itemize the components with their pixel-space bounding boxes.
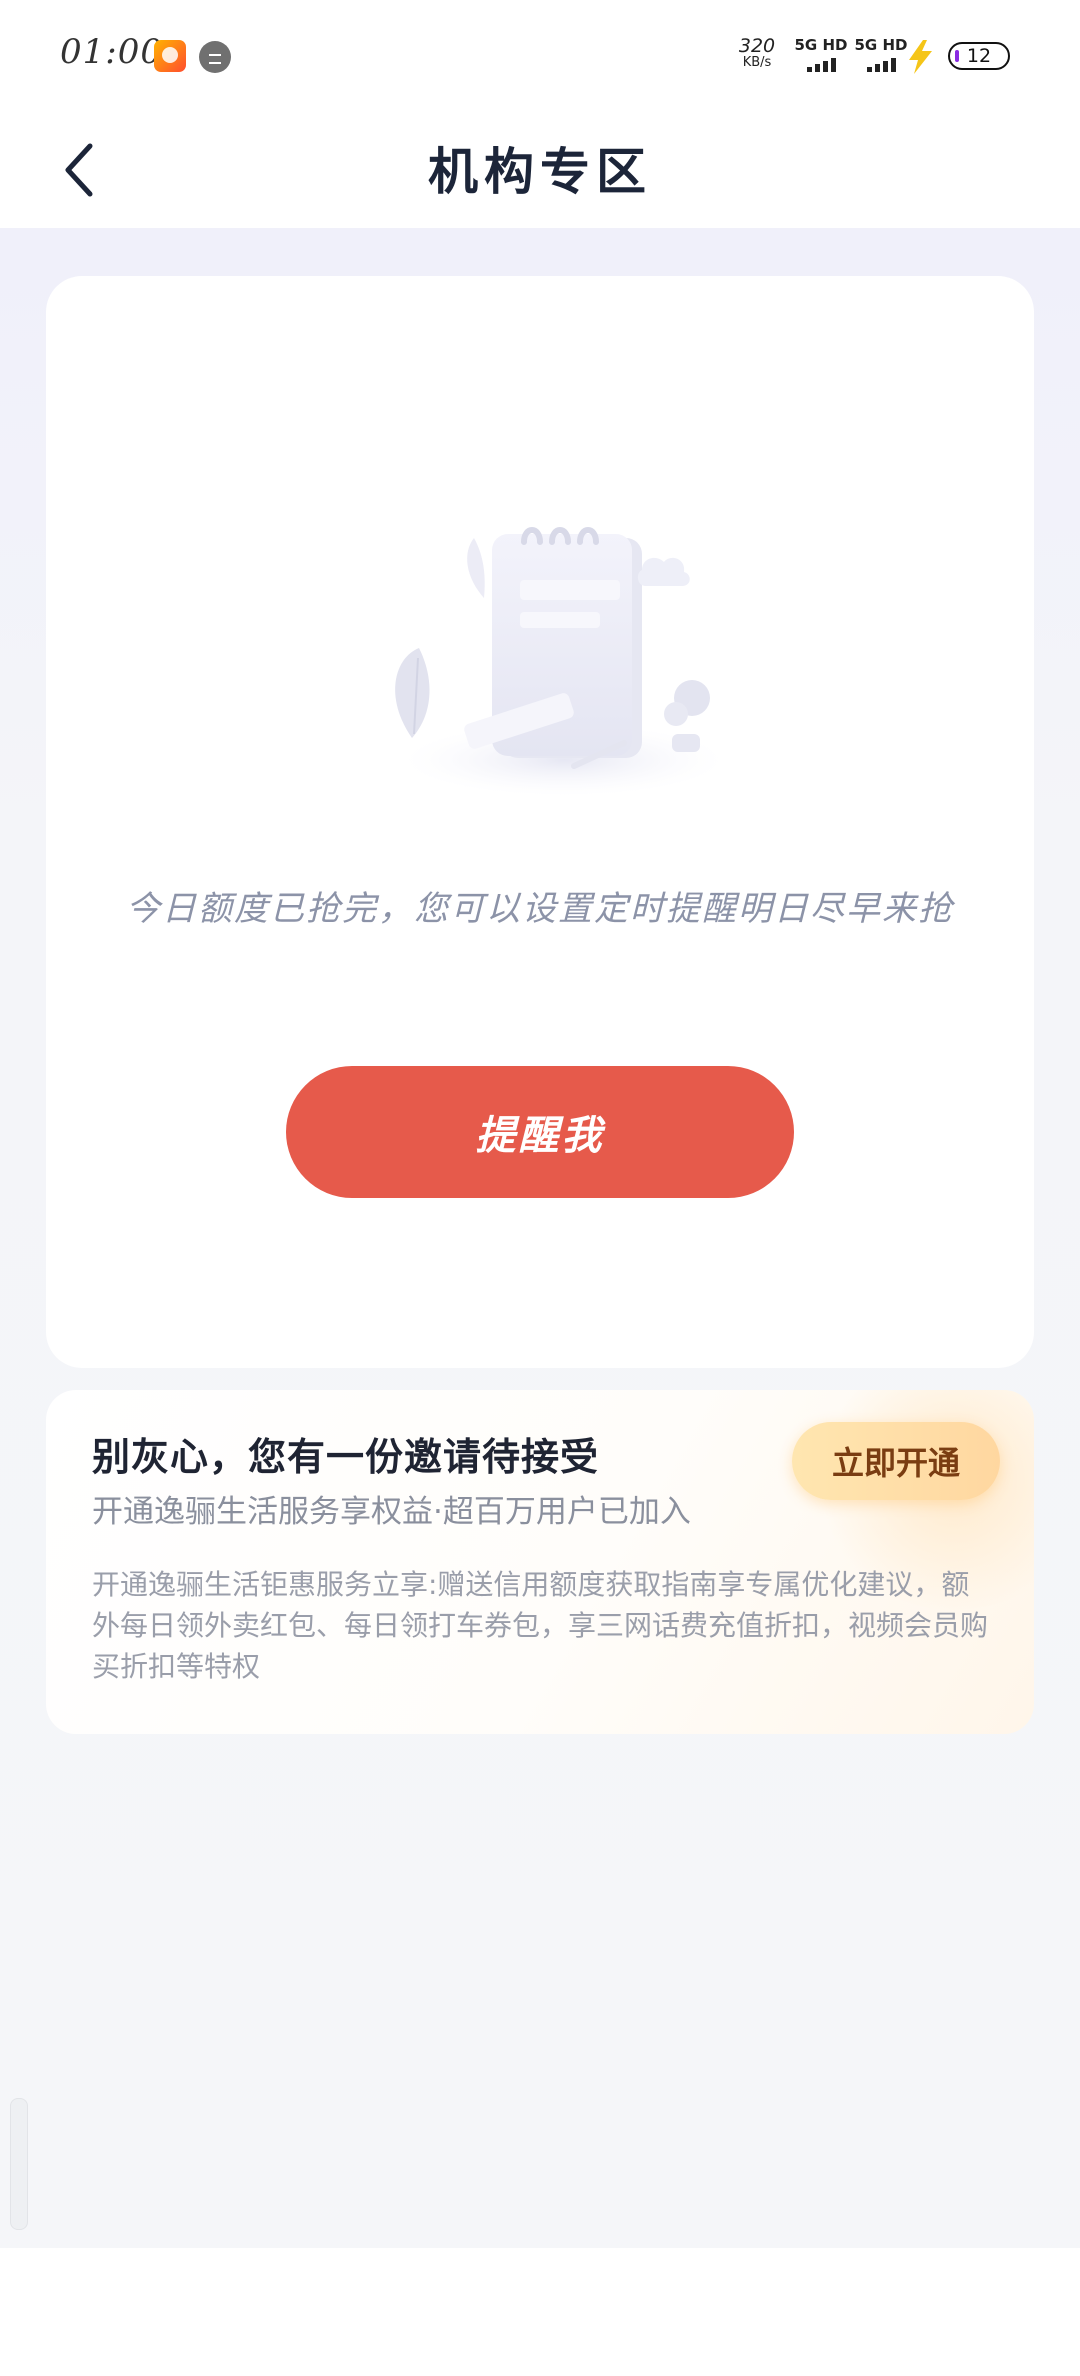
empty-state-card: 今日额度已抢完，您可以设置定时提醒明日尽早来抢 提醒我 bbox=[46, 276, 1034, 1368]
status-bar: 01:00 320 KB/s 5G HD 5G HD 12 bbox=[0, 0, 1080, 112]
network-speed: 320 KB/s bbox=[735, 36, 779, 70]
bottom-area bbox=[0, 2248, 1080, 2376]
sim1-label: 5G HD bbox=[794, 36, 848, 54]
page-header: 机构专区 bbox=[0, 112, 1080, 228]
empty-notebook-illustration bbox=[395, 527, 724, 796]
status-time: 01:00 bbox=[60, 32, 163, 72]
network-speed-unit: KB/s bbox=[742, 55, 772, 70]
invite-card: 别灰心，您有一份邀请待接受 开通逸骊生活服务享权益·超百万用户已加入 立即开通 … bbox=[46, 1390, 1034, 1734]
battery-level: 12 bbox=[966, 45, 992, 67]
sim2-signal: 5G HD bbox=[850, 36, 912, 72]
charging-bolt-icon bbox=[909, 40, 932, 74]
voice-assistant-icon bbox=[199, 41, 231, 73]
scroll-handle[interactable] bbox=[10, 2098, 28, 2230]
app-notification-icon bbox=[154, 40, 186, 72]
network-speed-value: 320 bbox=[738, 35, 776, 57]
invite-description: 开通逸骊生活钜惠服务立享:赠送信用额度获取指南享专属优化建议，额外每日领外卖红包… bbox=[92, 1568, 989, 1683]
signal-bars-icon bbox=[790, 56, 852, 72]
invite-title: 别灰心，您有一份邀请待接受 bbox=[92, 1435, 600, 1479]
sim1-signal: 5G HD bbox=[790, 36, 852, 72]
empty-state-message: 今日额度已抢完，您可以设置定时提醒明日尽早来抢 bbox=[126, 889, 954, 929]
invite-subtitle: 开通逸骊生活服务享权益·超百万用户已加入 bbox=[92, 1494, 691, 1530]
open-now-button[interactable]: 立即开通 bbox=[792, 1422, 1000, 1500]
battery-icon: 12 bbox=[948, 42, 1010, 70]
signal-bars-icon bbox=[850, 56, 912, 72]
page-title: 机构专区 bbox=[428, 142, 652, 201]
remind-me-button[interactable]: 提醒我 bbox=[286, 1066, 794, 1198]
sim2-label: 5G HD bbox=[854, 36, 908, 54]
